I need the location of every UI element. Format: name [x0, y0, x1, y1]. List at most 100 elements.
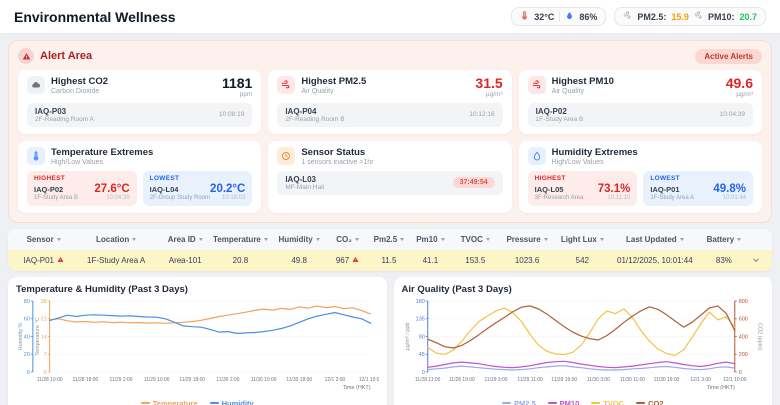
- column-header-temperature[interactable]: Temperature: [209, 235, 271, 244]
- column-label: CO₂: [336, 234, 352, 244]
- co2-unit: ppm: [239, 90, 253, 98]
- sort-caret-icon: [543, 237, 548, 241]
- table-cell: 49.8: [291, 255, 307, 265]
- table-cell: 41.1: [422, 255, 439, 265]
- sort-caret-icon: [400, 237, 405, 241]
- sensor-id: IAQ-P02: [34, 184, 64, 194]
- column-header-area-id[interactable]: Area ID: [161, 235, 209, 244]
- legend-item-tvoc[interactable]: TVOC: [591, 399, 624, 405]
- column-label: Battery: [706, 234, 735, 244]
- alert-card-pm25[interactable]: Highest PM2.5 Air Quality 31.5 µg/m³ IAQ…: [268, 70, 512, 134]
- sensor-id: IAQ-L05: [534, 184, 564, 194]
- alert-card-humidity-extremes[interactable]: Humidity Extremes High/Low Values HIGHES…: [518, 140, 762, 213]
- alert-area-header: Alert Area Active Alerts: [18, 48, 762, 64]
- alert-area-panel: Alert Area Active Alerts Highest CO2 Car…: [8, 40, 772, 223]
- legend-item-humidity[interactable]: Humidity: [209, 399, 254, 405]
- sort-caret-icon: [599, 237, 604, 241]
- column-header-pm10[interactable]: Pm10: [410, 235, 451, 244]
- column-header-light-lux[interactable]: Light Lux: [555, 235, 610, 244]
- highest-humidity-value: 73.1%: [597, 182, 631, 195]
- droplet-icon: [565, 11, 574, 22]
- sensor-time: 10:18:03: [221, 194, 246, 201]
- chart-legend: PM2.5 PM10 TVOC CO2: [402, 399, 765, 405]
- legend-marker: [209, 402, 219, 405]
- svg-text:21: 21: [41, 316, 47, 322]
- sensor-id: IAQ-P03: [35, 106, 67, 116]
- sensor-location: 2F-Group Study Room: [149, 194, 211, 201]
- svg-text:135: 135: [415, 316, 424, 322]
- row-expand-chevron-icon[interactable]: [748, 256, 764, 264]
- pm25-unit: µg/m³: [485, 90, 503, 98]
- legend-item-temperature[interactable]: Temperature: [140, 399, 198, 405]
- svg-text:11/29 3:00: 11/29 3:00: [484, 377, 507, 383]
- svg-text:7: 7: [44, 352, 47, 358]
- air-quality-chart-card: Air Quality (Past 3 Days) 0 45 90 135 180 µg/…: [393, 276, 772, 405]
- svg-text:12/1 10:00: 12/1 10:00: [723, 377, 747, 383]
- droplet-icon: [527, 146, 546, 165]
- svg-text:11/30 3:00: 11/30 3:00: [586, 377, 609, 383]
- svg-text:600: 600: [738, 316, 747, 322]
- legend-item-co2[interactable]: CO2: [636, 399, 664, 405]
- sort-caret-icon: [737, 237, 742, 241]
- temp-humidity-chart-card: Temperature & Humidity (Past 3 Days) 0 20…: [8, 276, 387, 405]
- svg-text:60: 60: [24, 316, 30, 322]
- chart-legend: Temperature Humidity: [16, 399, 379, 405]
- highest-label: HIGHEST: [34, 174, 65, 182]
- pm10-value: 20.7: [739, 11, 757, 22]
- legend-marker: [636, 402, 646, 405]
- svg-text:Time (HKT): Time (HKT): [706, 385, 734, 391]
- sensor-id: IAQ-P01: [650, 184, 680, 194]
- svg-text:0: 0: [421, 370, 424, 376]
- alert-card-co2[interactable]: Highest CO2 Carbon Dioxide 1181 ppm IAQ-…: [18, 70, 262, 134]
- card-title: Sensor Status: [301, 146, 366, 158]
- lowest-label: LOWEST: [650, 174, 680, 182]
- card-title: Highest PM2.5: [301, 76, 367, 87]
- table-cell: 153.5: [465, 255, 486, 265]
- column-header-last-updated[interactable]: Last Updated: [610, 235, 700, 244]
- chart-title: Temperature & Humidity (Past 3 Days): [16, 283, 188, 295]
- column-label: Light Lux: [560, 234, 597, 244]
- alert-card-sensor-status[interactable]: Sensor Status 1 sensors inactive >1hr IA…: [268, 140, 512, 213]
- column-header-tvoc[interactable]: TVOC: [451, 235, 499, 244]
- sensor-row: IAQ-P02 1F-Study Area B 10:04:39: [527, 102, 753, 127]
- active-alerts-badge[interactable]: Active Alerts: [695, 48, 762, 64]
- outdoor-humidity-value: 86%: [579, 11, 598, 22]
- sensor-location: MF-Main Hall: [285, 183, 324, 191]
- svg-text:400: 400: [738, 334, 747, 340]
- svg-text:CO2 (ppm): CO2 (ppm): [756, 322, 762, 349]
- card-subtitle: Air Quality: [301, 87, 334, 95]
- column-header-co-[interactable]: CO₂: [327, 235, 368, 244]
- column-header-humidity[interactable]: Humidity: [272, 235, 327, 244]
- table-row[interactable]: IAQ-P01 1F-Study Area A Area-101 20.8 49.8 96…: [8, 249, 772, 271]
- alert-card-temperature-extremes[interactable]: Temperature Extremes High/Low Values HIG…: [18, 140, 262, 213]
- air-quality-icon: [277, 76, 296, 94]
- column-header-pressure[interactable]: Pressure: [499, 235, 554, 244]
- column-label: Humidity: [278, 234, 313, 244]
- sensor-row: IAQ-P03 2F-Reading Room A 10:08:19: [27, 102, 253, 127]
- legend-item-pm10[interactable]: PM10: [547, 399, 579, 405]
- sensor-id: IAQ-P04: [285, 106, 317, 116]
- table-cell: Area-101: [168, 255, 202, 265]
- series-line-humidity: [49, 311, 372, 334]
- svg-text:28: 28: [41, 299, 47, 305]
- table-cell: 01/12/2025, 10:01:44: [617, 255, 693, 265]
- sensor-time: 10:11:10: [607, 194, 631, 201]
- alert-card-pm10[interactable]: Highest PM10 Air Quality 49.6 µg/m³ IAQ-…: [518, 70, 762, 134]
- column-header-location[interactable]: Location: [71, 235, 161, 244]
- sort-caret-icon: [440, 237, 445, 241]
- series-line-tvoc: [426, 307, 735, 356]
- column-label: Temperature: [213, 234, 261, 244]
- column-header-pm2-5[interactable]: Pm2.5: [368, 235, 409, 244]
- svg-text:14: 14: [41, 334, 47, 340]
- legend-marker: [591, 402, 601, 405]
- column-header-sensor[interactable]: Sensor: [16, 235, 71, 244]
- svg-text:800: 800: [738, 299, 747, 305]
- thermometer-icon: [27, 146, 45, 165]
- table-cell: 11.5: [381, 255, 397, 265]
- sort-caret-icon: [485, 237, 490, 241]
- co2-value: 1181: [221, 75, 253, 91]
- sort-caret-icon: [679, 237, 684, 241]
- legend-item-pm2-5[interactable]: PM2.5: [501, 399, 536, 405]
- column-header-battery[interactable]: Battery: [700, 235, 748, 244]
- sensor-time: 10:04:39: [106, 194, 130, 201]
